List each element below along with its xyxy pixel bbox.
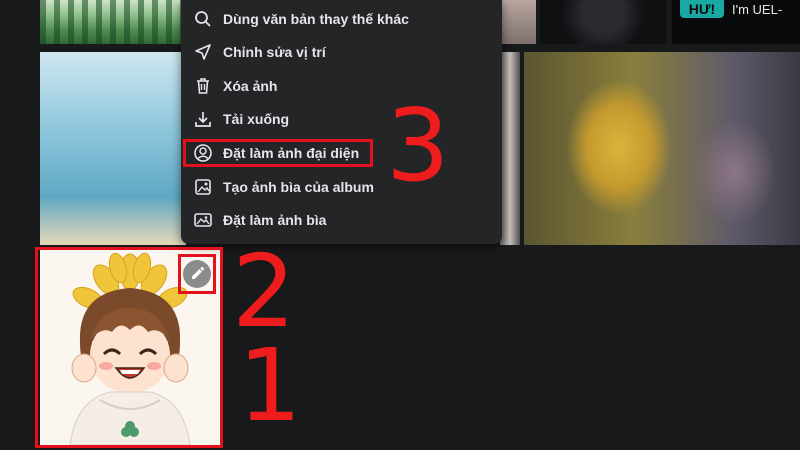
menu-item-alt-text[interactable]: Dùng văn bản thay thế khác — [193, 4, 493, 34]
menu-item-label: Tải xuống — [223, 111, 290, 127]
step-number-3: 3 — [386, 87, 450, 204]
photo-tile-dark-portrait[interactable] — [540, 0, 666, 44]
menu-item-label: Đặt làm ảnh bìa — [223, 212, 327, 228]
menu-item-label: Tạo ảnh bìa của album — [223, 179, 374, 195]
menu-item-label: Xóa ảnh — [223, 78, 278, 94]
image-icon — [194, 213, 212, 227]
photo-tile-forest[interactable] — [40, 0, 192, 44]
menu-item-label: Dùng văn bản thay thế khác — [223, 11, 409, 27]
step-number-1: 1 — [238, 327, 302, 444]
photo-tile-sign[interactable]: HƯ! I'm UEL- — [672, 0, 800, 44]
highlight-box-photo — [35, 247, 223, 448]
photo-tile-portrait[interactable] — [502, 0, 536, 44]
photo-tile-blue-blurred[interactable] — [40, 52, 186, 245]
tile-caption: I'm UEL- — [732, 2, 783, 17]
menu-item-set-cover-photo[interactable]: Đặt làm ảnh bìa — [193, 205, 493, 235]
photo-options-menu: Dùng văn bản thay thế khác Chỉnh sửa vị … — [181, 0, 502, 244]
highlight-box-set-profile — [183, 139, 373, 167]
tile-sign: HƯ! — [680, 0, 724, 18]
search-icon — [195, 11, 211, 27]
trash-icon — [197, 78, 209, 94]
download-icon — [195, 112, 211, 127]
location-arrow-icon — [195, 44, 211, 60]
menu-item-edit-position[interactable]: Chỉnh sửa vị trí — [193, 37, 493, 67]
photo-tile-yellow-blurred[interactable] — [524, 52, 800, 245]
photo-tile-stack[interactable] — [500, 52, 520, 245]
album-cover-icon — [195, 179, 211, 195]
menu-item-label: Chỉnh sửa vị trí — [223, 44, 326, 60]
